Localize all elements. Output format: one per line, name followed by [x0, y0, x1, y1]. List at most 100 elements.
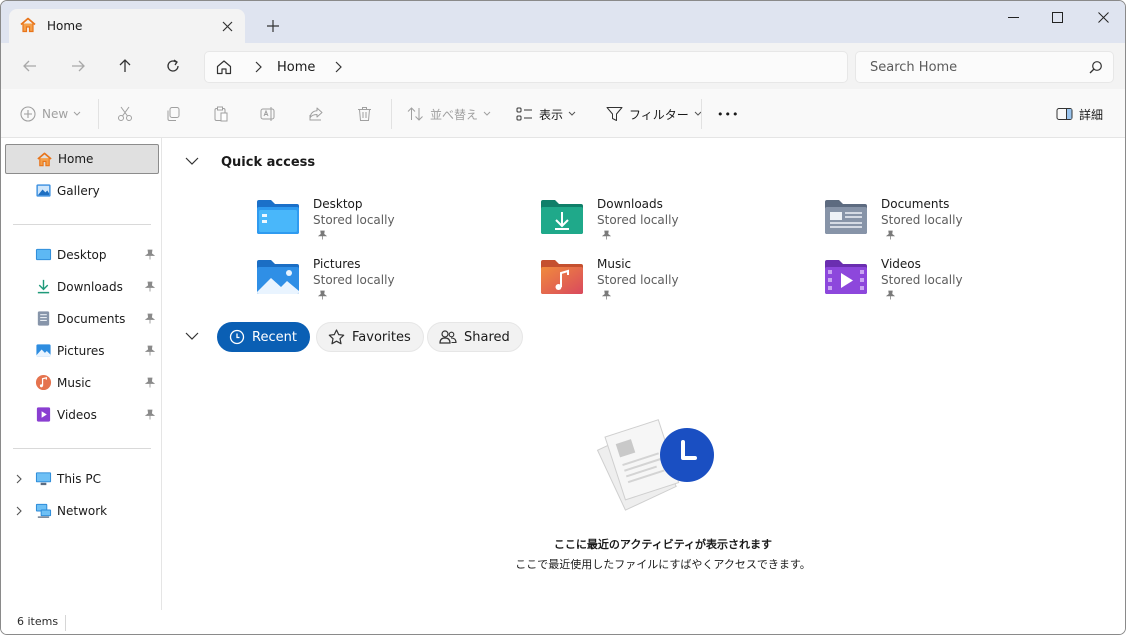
tab-close-icon[interactable] — [217, 16, 237, 36]
command-bar: New 並べ替え 表示 フィルター ••• 詳細 — [1, 89, 1125, 138]
filter-button[interactable]: フィルター — [606, 103, 702, 125]
forward-button[interactable] — [65, 53, 91, 79]
tab-shared[interactable]: Shared — [427, 322, 523, 352]
sidebar-item-label: Documents — [57, 312, 126, 326]
close-icon — [1097, 11, 1109, 23]
sidebar-item-label: Network — [57, 504, 108, 518]
desktop-icon — [35, 248, 52, 261]
rename-button[interactable] — [260, 103, 277, 125]
paste-button[interactable] — [213, 103, 229, 125]
sidebar-item-videos[interactable]: Videos — [5, 400, 159, 430]
pin-icon — [145, 377, 155, 388]
quick-access-item-videos[interactable]: Videos Stored locally — [824, 254, 1074, 310]
quick-access-name: Pictures — [313, 257, 361, 271]
search-input[interactable] — [857, 53, 1077, 81]
details-pane-button[interactable]: 詳細 — [1056, 103, 1103, 125]
sidebar-item-label: Pictures — [57, 344, 105, 358]
refresh-icon — [167, 59, 179, 72]
refresh-button[interactable] — [160, 53, 186, 79]
status-divider — [65, 615, 66, 631]
sidebar-item-documents[interactable]: Documents — [5, 304, 159, 334]
sidebar-item-pictures[interactable]: Pictures — [5, 336, 159, 366]
quick-access-item-downloads[interactable]: Downloads Stored locally — [540, 194, 790, 250]
toolbar-divider — [701, 99, 702, 129]
details-pane-label: 詳細 — [1079, 107, 1104, 122]
file-explorer-window: Home Home Search Home New 並べ替え 表示 フィルター … — [0, 0, 1126, 635]
tab-favorites-label: Favorites — [352, 329, 411, 345]
more-options-icon: ••• — [717, 107, 740, 121]
address-bar[interactable]: Home — [204, 51, 848, 83]
minimize-icon — [1007, 16, 1019, 18]
quick-access-status: Stored locally — [597, 273, 679, 287]
sort-button-label: 並べ替え — [430, 107, 479, 122]
sidebar-item-downloads[interactable]: Downloads — [5, 272, 159, 302]
chevron-down-icon — [568, 111, 576, 116]
chevron-down-icon[interactable] — [185, 157, 199, 166]
recent-activity-illustration — [596, 419, 714, 511]
tab-home[interactable]: Home — [9, 9, 245, 43]
home-icon[interactable] — [215, 58, 233, 79]
music-icon — [35, 374, 52, 391]
breadcrumb-home[interactable]: Home — [277, 60, 315, 75]
up-button[interactable] — [112, 53, 138, 79]
view-list-icon — [516, 107, 532, 121]
quick-access-item-documents[interactable]: Documents Stored locally — [824, 194, 1074, 250]
pin-icon — [145, 249, 155, 260]
chevron-down-icon — [73, 111, 81, 116]
toolbar-divider — [98, 99, 99, 129]
maximize-button[interactable] — [1035, 5, 1079, 29]
pictures-icon — [36, 344, 51, 357]
quick-access-status: Stored locally — [881, 273, 963, 287]
sidebar-item-this-pc[interactable]: This PC — [5, 464, 159, 494]
videos-icon — [36, 407, 51, 422]
tab-recent[interactable]: Recent — [217, 322, 310, 352]
chevron-right-icon[interactable] — [333, 61, 343, 76]
cut-button[interactable] — [117, 103, 133, 125]
chevron-down-icon — [483, 111, 491, 116]
more-options-button[interactable]: ••• — [717, 103, 739, 125]
sidebar-item-gallery[interactable]: Gallery — [5, 176, 159, 206]
quick-access-item-desktop[interactable]: Desktop Stored locally — [256, 194, 506, 250]
navigation-pane: Home Gallery Desktop Downloads Documents… — [1, 138, 162, 610]
delete-button[interactable] — [357, 103, 372, 125]
new-button-label: New — [42, 107, 69, 121]
sort-button[interactable]: 並べ替え — [407, 103, 491, 125]
close-button[interactable] — [1081, 5, 1125, 29]
sidebar-item-home[interactable]: Home — [5, 144, 159, 174]
tab-recent-label: Recent — [252, 329, 297, 345]
chevron-down-icon[interactable] — [185, 332, 199, 341]
view-button[interactable]: 表示 — [516, 103, 576, 125]
main-content: Quick access Desktop Stored locally Down… — [163, 138, 1125, 610]
sidebar-item-label: Music — [57, 376, 92, 390]
tab-favorites[interactable]: Favorites — [316, 322, 424, 352]
sidebar-item-label: Gallery — [57, 184, 100, 198]
quick-access-title: Quick access — [221, 155, 316, 170]
clock-icon — [229, 329, 245, 345]
copy-button[interactable] — [165, 103, 181, 125]
copy-icon — [167, 107, 180, 121]
new-button[interactable]: New — [20, 103, 81, 125]
share-button[interactable] — [308, 103, 324, 125]
pin-icon — [145, 281, 155, 292]
tab-title: Home — [47, 19, 83, 33]
minimize-button[interactable] — [991, 5, 1035, 29]
back-button[interactable] — [17, 53, 43, 79]
pictures-folder-icon — [257, 260, 299, 294]
new-tab-button[interactable] — [263, 16, 283, 36]
quick-access-item-music[interactable]: Music Stored locally — [540, 254, 790, 310]
sidebar-item-music[interactable]: Music — [5, 368, 159, 398]
sidebar-item-desktop[interactable]: Desktop — [5, 240, 159, 270]
downloads-folder-icon — [541, 200, 583, 234]
pin-icon — [318, 230, 327, 240]
sidebar-item-network[interactable]: Network — [5, 496, 159, 526]
sidebar-item-label: This PC — [57, 472, 101, 486]
downloads-icon — [37, 279, 50, 294]
navigation-bar: Home — [1, 43, 1125, 89]
documents-folder-icon — [825, 200, 867, 234]
empty-state-title: ここに最近のアクティビティが表示されます — [553, 538, 773, 551]
search-box[interactable] — [855, 51, 1114, 83]
videos-folder-icon — [825, 260, 867, 294]
search-icon[interactable] — [1089, 60, 1103, 77]
chevron-right-icon[interactable] — [253, 61, 263, 76]
quick-access-item-pictures[interactable]: Pictures Stored locally — [256, 254, 506, 310]
